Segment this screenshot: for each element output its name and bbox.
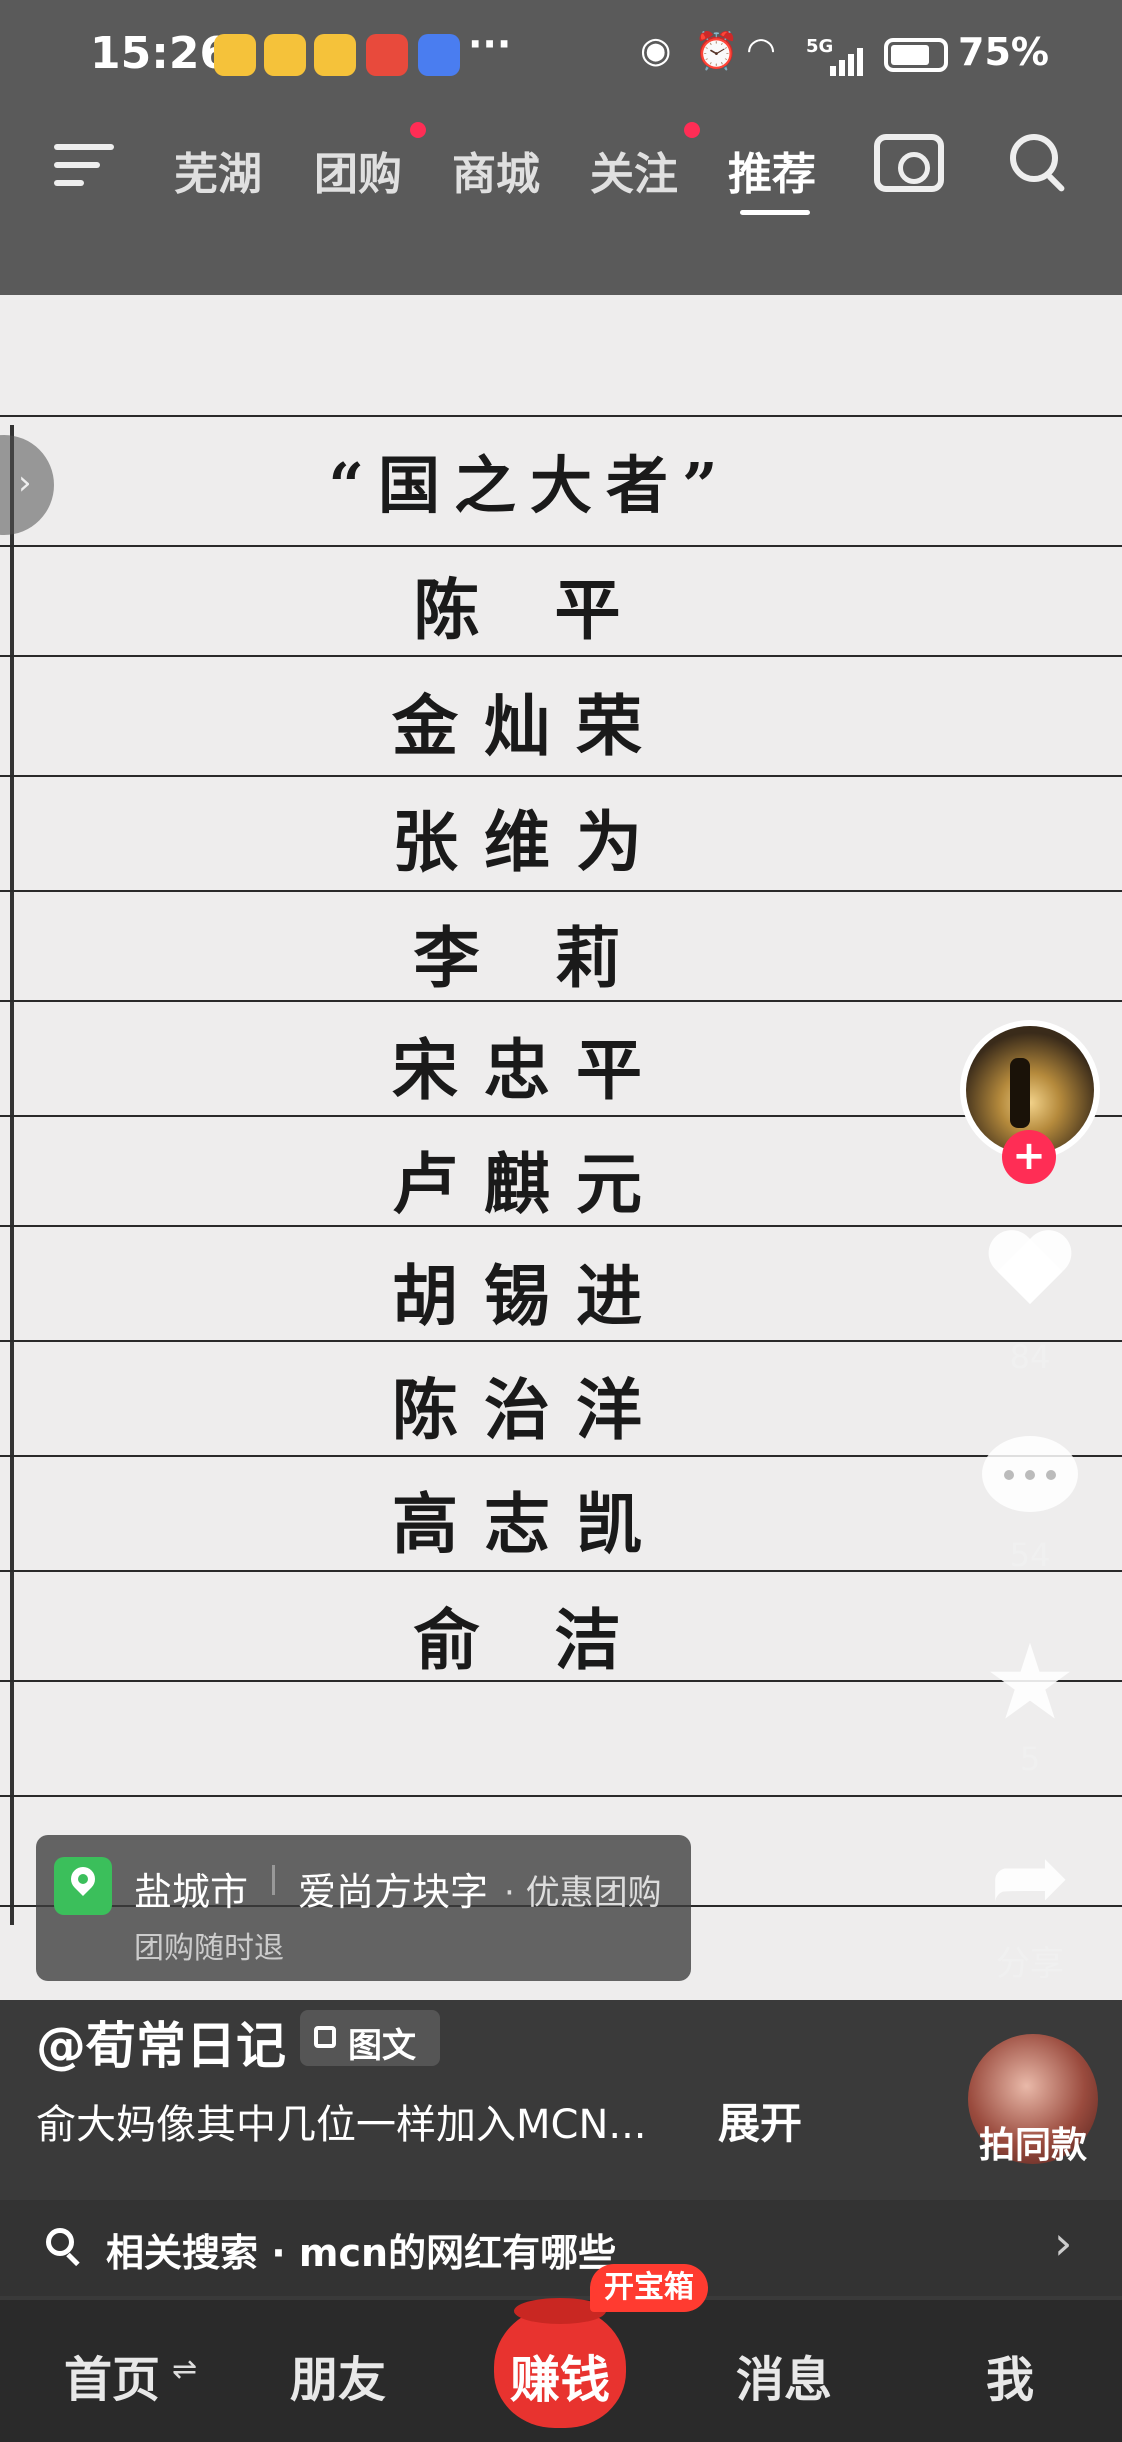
name-line-7: 胡锡进	[392, 1257, 668, 1335]
post-type-label: 图文	[348, 2026, 416, 2066]
post-caption: 俞大妈像其中几位一样加入MCN...	[36, 2102, 647, 2148]
follow-plus-button[interactable]: +	[1002, 1130, 1056, 1184]
nav-messages[interactable]: 消息	[736, 2340, 832, 2410]
wifi-icon: ◠	[748, 30, 775, 70]
follow-badge	[684, 122, 700, 138]
top-nav	[0, 120, 1122, 295]
weibo-app-icon-3	[314, 34, 356, 76]
like-button[interactable]	[979, 1220, 1081, 1332]
chevron-right-icon: ›	[18, 463, 32, 503]
nav-friends[interactable]: 朋友	[290, 2340, 386, 2410]
notebook-title: “国之大者”	[328, 449, 732, 522]
status-time: 15:26	[90, 28, 231, 79]
name-line-10: 俞 洁	[413, 1601, 647, 1679]
location-city: 盐城市	[134, 1870, 249, 1914]
status-bar: 15:26 ··· ◉ ⏰ ◠ 5G 75%	[0, 0, 1122, 120]
post-type-badge: 图文	[300, 2010, 440, 2066]
location-divider	[272, 1865, 275, 1895]
name-line-5: 宋忠平	[392, 1031, 668, 1109]
location-pin-icon	[54, 1857, 112, 1915]
location-subtext: 团购随时退	[134, 1931, 284, 1966]
game-app-icon	[366, 34, 408, 76]
search-icon[interactable]	[1010, 134, 1066, 193]
nav-me[interactable]: 我	[986, 2340, 1034, 2410]
like-count: 84	[1009, 1338, 1051, 1376]
location-promo: · 优惠团购	[504, 1873, 662, 1913]
comment-count: 54	[1009, 1536, 1051, 1574]
author-name[interactable]: @荀常日记	[36, 2006, 286, 2078]
related-search-bar[interactable]: 相关搜索 · mcn的网红有哪些 ›	[0, 2200, 1122, 2296]
related-search-text: 相关搜索 · mcn的网红有哪些	[106, 2231, 617, 2275]
signal-icon	[808, 48, 868, 76]
name-line-3: 张维为	[392, 803, 668, 881]
name-line-1: 陈 平	[413, 571, 647, 649]
expand-button[interactable]: 展开	[718, 2090, 802, 2151]
image-text-icon	[314, 2026, 336, 2048]
treasure-box-badge[interactable]: 开宝箱	[590, 2264, 708, 2312]
tab-wuhu[interactable]: 芜湖	[174, 138, 262, 202]
chevron-right-icon: ›	[1054, 2216, 1073, 2270]
group-buy-badge	[410, 122, 426, 138]
tab-mall[interactable]: 商城	[452, 138, 540, 202]
more-notifications-icon: ···	[468, 22, 512, 66]
active-tab-indicator	[740, 210, 810, 215]
name-line-8: 陈治洋	[392, 1371, 668, 1449]
alarm-icon: ⏰	[694, 31, 739, 72]
location-shop: 爱尚方块字	[298, 1870, 489, 1914]
browser-app-icon	[418, 34, 460, 76]
comment-button[interactable]	[982, 1436, 1078, 1520]
switch-icon: ⇌	[172, 2352, 198, 2387]
battery-icon	[884, 38, 948, 72]
tab-follow[interactable]: 关注	[590, 138, 678, 202]
vibrate-icon: ◉	[640, 30, 672, 71]
name-line-4: 李 莉	[413, 919, 647, 997]
star-count: 5	[1019, 1740, 1041, 1778]
nav-home[interactable]: 首页	[64, 2340, 160, 2410]
battery-percent: 75%	[958, 30, 1049, 74]
tab-recommend[interactable]: 推荐	[728, 138, 816, 202]
camera-icon[interactable]	[874, 134, 944, 192]
share-icon[interactable]: ➦	[978, 1829, 1082, 1925]
tab-group-buy[interactable]: 团购	[314, 138, 402, 202]
earn-label: 赚钱	[510, 2351, 610, 2409]
heart-icon	[979, 1220, 1081, 1332]
weibo-app-icon	[214, 34, 256, 76]
earn-button[interactable]: 赚钱	[494, 2298, 626, 2428]
comment-icon	[982, 1436, 1078, 1512]
menu-icon[interactable]	[54, 140, 114, 190]
post-image[interactable]: “国之大者” 陈 平 金灿荣 张维为 李 莉 宋忠平 卢麒元 胡锡进 陈治洋 高…	[0, 295, 1122, 2000]
name-line-9: 高志凯	[392, 1485, 668, 1563]
share-label: 分享	[996, 1944, 1064, 1984]
name-line-2: 金灿荣	[392, 687, 668, 765]
location-card[interactable]: 盐城市 爱尚方块字 · 优惠团购 团购随时退	[36, 1835, 691, 1981]
same-style-label[interactable]: 拍同款	[966, 2116, 1100, 2168]
weibo-app-icon-2	[264, 34, 306, 76]
star-icon[interactable]: ★	[978, 1630, 1082, 1734]
name-line-6: 卢麒元	[392, 1145, 668, 1223]
